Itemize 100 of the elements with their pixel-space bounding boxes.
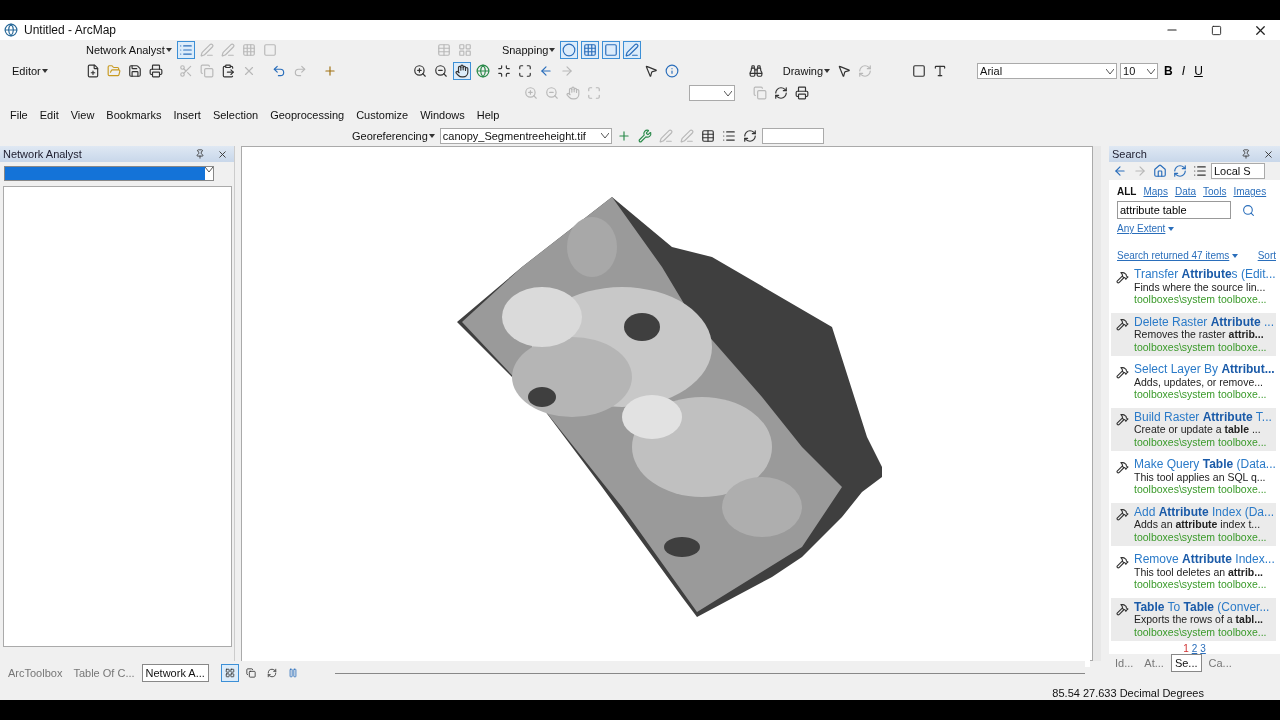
italic-button[interactable]: I (1178, 64, 1189, 78)
menu-item[interactable]: Windows (414, 108, 471, 121)
font-field[interactable]: Arial (977, 63, 1118, 79)
menu-item[interactable]: Customize (350, 108, 415, 121)
caret-icon (1106, 68, 1115, 74)
print-icon[interactable] (793, 84, 811, 102)
result-title: Add Attribute Index (Da... (1134, 505, 1275, 518)
result-path: toolboxes\system toolboxe... (1134, 340, 1268, 353)
filter-link[interactable]: ALL (1117, 186, 1137, 197)
caret-icon (724, 90, 732, 96)
caret-icon (428, 133, 435, 138)
search-result[interactable]: Build Raster Attribute T... Create or update a table ... toolboxes\system toolboxe... (1111, 407, 1276, 451)
panel-tab[interactable]: Id... (1111, 654, 1138, 672)
caret-icon (1168, 226, 1175, 231)
caret-icon (205, 167, 213, 172)
color-picker[interactable] (689, 85, 735, 101)
filter-link[interactable]: Data (1174, 186, 1197, 197)
extent-link[interactable]: Any Extent (1117, 223, 1166, 234)
result-title: Remove Attribute Index... (1134, 553, 1275, 566)
result-path: toolboxes\system toolboxe... (1134, 388, 1268, 401)
menu-item[interactable]: Selection (206, 108, 265, 121)
menu-item[interactable]: Bookmarks (100, 108, 168, 121)
result-path: toolboxes\system toolboxe... (1134, 578, 1268, 591)
caret-icon (600, 133, 609, 138)
scope-dropdown[interactable]: Local S (1211, 163, 1265, 179)
grid-icon[interactable] (581, 41, 600, 59)
menu-item[interactable]: Edit (33, 108, 65, 121)
result-description: Adds, updates, or remove... (1134, 375, 1264, 388)
refresh-icon[interactable] (1171, 162, 1189, 180)
caret-icon (1147, 68, 1156, 74)
result-description: Exports the rows of a tabl... (1134, 613, 1263, 626)
caret-icon (824, 69, 831, 73)
dock-tab[interactable]: Network A... (141, 664, 209, 682)
layer-field[interactable]: canopy_Segmentreeheight.tif (439, 127, 612, 144)
result-title: Table To Table (Conver... (1134, 600, 1270, 613)
result-path: toolboxes\system toolboxe... (1134, 483, 1268, 496)
menu-item[interactable]: File (4, 108, 34, 121)
caret-icon (41, 69, 48, 73)
coordinates-text: 85.54 27.633 Decimal Degrees (1052, 686, 1204, 699)
search-result[interactable]: Add Attribute Index (Da... Adds an attribute index t... toolboxes\system toolboxe... (1111, 502, 1276, 546)
page-link[interactable]: 3 (1200, 643, 1206, 654)
pan-icon[interactable] (452, 62, 471, 80)
network-analyst-dropdown[interactable]: Network Analyst (84, 44, 174, 56)
restore-icon[interactable] (1210, 24, 1222, 36)
caret-icon (549, 48, 556, 52)
menu-item[interactable]: Insert (167, 108, 207, 121)
results-link[interactable]: Search returned 47 items (1117, 250, 1230, 261)
result-title: Transfer Attributes (Edit... (1134, 268, 1276, 281)
menu-item[interactable]: Geoprocessing (264, 108, 351, 121)
panel-tab[interactable]: Se... (1170, 654, 1202, 672)
search-result[interactable]: Delete Raster Attribute ... Removes the raster attrib... toolboxes\system toolboxe... (1111, 312, 1276, 356)
menu-item[interactable]: View (64, 108, 101, 121)
result-description: Adds an attribute index t... (1134, 518, 1261, 531)
result-title: Delete Raster Attribute ... (1134, 315, 1275, 328)
circle-icon[interactable] (560, 41, 579, 59)
panel-tab[interactable]: Ca... (1204, 654, 1236, 672)
result-description: Finds where the source lin... (1134, 280, 1266, 293)
result-path: toolboxes\system toolboxe... (1134, 435, 1268, 448)
result-description: This tool applies an SQL q... (1134, 470, 1266, 483)
caret-icon (165, 48, 172, 52)
square-icon[interactable] (602, 41, 621, 59)
font-size-field[interactable]: 10 (1120, 63, 1159, 79)
layer-dropdown[interactable] (4, 166, 214, 181)
result-path: toolboxes\system toolboxe... (1134, 293, 1268, 306)
filter-link[interactable]: Maps (1143, 186, 1168, 197)
page-link[interactable]: 1 (1183, 643, 1189, 654)
search-field[interactable]: attribute table (1117, 201, 1231, 219)
underline-button[interactable]: U (1191, 64, 1206, 78)
window-title: Untitled - ArcMap (24, 23, 118, 37)
snapping-dropdown[interactable]: Snapping (499, 44, 558, 56)
scrollbar[interactable] (1093, 146, 1101, 661)
panel-tab[interactable]: At... (1140, 654, 1168, 672)
sort-link[interactable]: Sort (1257, 250, 1276, 261)
text-field[interactable] (761, 127, 824, 144)
filter-link[interactable]: Tools (1203, 186, 1227, 197)
dock-tab[interactable]: ArcToolbox (4, 664, 67, 682)
editor-dropdown[interactable]: Editor (10, 65, 50, 77)
dock-tab[interactable]: Table Of C... (69, 664, 139, 682)
search-result[interactable]: Table To Table (Conver... Exports the rows of a tabl... toolboxes\system toolboxe... (1111, 597, 1276, 641)
result-description: Create or update a table ... (1134, 423, 1262, 436)
bold-button[interactable]: B (1161, 64, 1176, 78)
caret-icon (1232, 253, 1239, 258)
result-description: Removes the raster attrib... (1134, 328, 1265, 341)
filter-link[interactable]: Images (1233, 186, 1267, 197)
result-title: Select Layer By Attribut... (1134, 363, 1275, 376)
globe-icon (2, 21, 20, 39)
page-link[interactable]: 2 (1191, 643, 1198, 654)
drawing-dropdown[interactable]: Drawing (780, 65, 833, 77)
georeferencing-dropdown[interactable]: Georeferencing (350, 129, 437, 142)
refresh-icon[interactable] (772, 84, 790, 102)
panel-title: Search (1112, 148, 1148, 160)
layout-icon[interactable] (220, 664, 239, 682)
result-title: Make Query Table (Data... (1134, 458, 1276, 471)
panel-title: Network Analyst (3, 148, 83, 160)
home-icon[interactable] (1151, 162, 1169, 180)
result-description: This tool deletes an attrib... (1134, 565, 1264, 578)
result-path: toolboxes\system toolboxe... (1134, 625, 1268, 638)
menu-item[interactable]: Help (470, 108, 506, 121)
result-path: toolboxes\system toolboxe... (1134, 530, 1268, 543)
result-title: Build Raster Attribute T... (1134, 410, 1272, 423)
